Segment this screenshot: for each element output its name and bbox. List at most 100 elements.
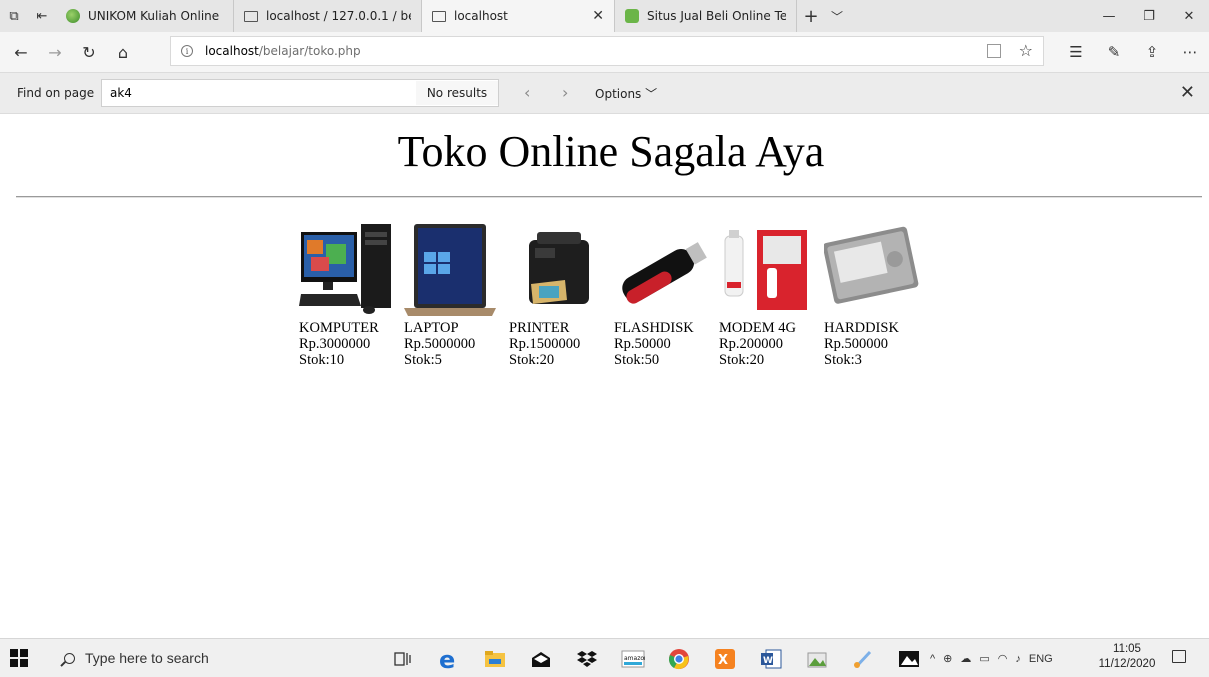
find-results-count: No results: [416, 81, 498, 105]
tab-preview-icon[interactable]: ⇤: [28, 0, 56, 32]
task-view-icon[interactable]: [380, 639, 426, 677]
product-name: FLASHDISK: [614, 320, 694, 336]
info-icon[interactable]: i: [181, 45, 193, 57]
favorites-hub-icon[interactable]: ☰: [1057, 32, 1095, 72]
photos-icon[interactable]: [886, 639, 932, 677]
dropbox-icon[interactable]: [564, 639, 610, 677]
store-favicon-icon: [625, 9, 639, 23]
battery-icon[interactable]: ▭: [979, 652, 989, 665]
onedrive-cloud-icon[interactable]: ☁: [960, 652, 971, 665]
find-label: Find on page: [17, 86, 95, 100]
windows-start-icon[interactable]: [10, 649, 28, 667]
horizontal-rule: [16, 196, 1202, 198]
browser-tab-bar: ⧉ ⇤ UNIKOM Kuliah Online :: E-l localhos…: [0, 0, 1209, 32]
page-icon: [432, 10, 446, 22]
search-icon: [64, 652, 75, 664]
product-stock: Stok:20: [719, 352, 765, 368]
product-name: LAPTOP: [404, 320, 459, 336]
product-stock: Stok:5: [404, 352, 442, 368]
product-name: KOMPUTER: [299, 320, 379, 336]
tray-app-icon[interactable]: ⊕: [943, 652, 952, 665]
xampp-icon[interactable]: X: [702, 639, 748, 677]
more-options-icon[interactable]: ⋯: [1171, 32, 1209, 72]
find-next-icon[interactable]: ›: [562, 83, 568, 102]
window-controls: — ❐ ✕: [1089, 0, 1209, 32]
product-price: Rp.5000000: [404, 336, 476, 352]
product-name: HARDDISK: [824, 320, 899, 336]
desktop-computer-image: [299, 222, 394, 320]
forward-arrow-icon[interactable]: →: [38, 32, 72, 72]
favorite-star-icon[interactable]: ☆: [1019, 41, 1033, 60]
set-aside-tabs-icon[interactable]: ⧉: [0, 0, 28, 32]
product-price: Rp.3000000: [299, 336, 371, 352]
clock-date: 11/12/2020: [1098, 658, 1156, 670]
product-stock: Stok:10: [299, 352, 345, 368]
new-tab-icon[interactable]: +: [797, 0, 825, 32]
minimize-icon[interactable]: —: [1089, 0, 1129, 32]
close-window-icon[interactable]: ✕: [1169, 0, 1209, 32]
tab-label: UNIKOM Kuliah Online :: E-l: [88, 9, 223, 23]
file-explorer-icon[interactable]: [472, 639, 518, 677]
tab-unikom[interactable]: UNIKOM Kuliah Online :: E-l: [56, 0, 234, 32]
usb-modem-image: [719, 222, 814, 320]
url-path: /belajar/toko.php: [258, 44, 361, 58]
tab-phpmyadmin[interactable]: localhost / 127.0.0.1 / belaja: [234, 0, 422, 32]
language-indicator[interactable]: ENG: [1029, 653, 1053, 665]
taskbar-search-placeholder: Type here to search: [85, 650, 209, 666]
close-find-icon[interactable]: ✕: [1180, 82, 1195, 103]
svg-text:amazon: amazon: [624, 655, 645, 662]
mail-icon[interactable]: [518, 639, 564, 677]
home-icon[interactable]: ⌂: [106, 32, 140, 72]
paint-brush-icon[interactable]: [840, 639, 886, 677]
product-price: Rp.50000: [614, 336, 671, 352]
url-field[interactable]: i localhost/belajar/toko.php ☆: [170, 36, 1044, 66]
system-clock[interactable]: 11:05 11/12/2020: [1094, 642, 1160, 672]
tab-localhost[interactable]: localhost ✕: [422, 0, 615, 32]
web-note-pen-icon[interactable]: ✎: [1095, 32, 1133, 72]
taskbar-search-box[interactable]: Type here to search: [48, 643, 383, 673]
clock-time: 11:05: [1113, 643, 1141, 655]
product-stock: Stok:20: [509, 352, 555, 368]
refresh-icon[interactable]: ↻: [72, 32, 106, 72]
svg-text:W: W: [763, 656, 773, 666]
restore-icon[interactable]: ❐: [1129, 0, 1169, 32]
product-stock: Stok:50: [614, 352, 660, 368]
reading-view-icon[interactable]: [987, 44, 1001, 58]
chrome-icon[interactable]: [656, 639, 702, 677]
tab-situs-jual-beli[interactable]: Situs Jual Beli Online Terlen: [615, 0, 797, 32]
tab-label: Situs Jual Beli Online Terlen: [647, 9, 786, 23]
word-icon[interactable]: W: [748, 639, 794, 677]
share-icon[interactable]: ⇪: [1133, 32, 1171, 72]
svg-text:X: X: [718, 653, 728, 668]
close-tab-icon[interactable]: ✕: [584, 8, 604, 24]
edge-browser-icon[interactable]: e: [426, 639, 472, 677]
page-icon: [244, 10, 258, 22]
product-name: PRINTER: [509, 320, 570, 336]
product-item: LAPTOP Rp.5000000 Stok:5: [404, 222, 509, 368]
find-previous-icon[interactable]: ‹: [524, 83, 530, 102]
product-item: FLASHDISK Rp.50000 Stok:50: [614, 222, 719, 368]
tab-label: localhost / 127.0.0.1 / belaja: [266, 9, 411, 23]
image-app-icon[interactable]: [794, 639, 840, 677]
back-arrow-icon[interactable]: ←: [4, 32, 38, 72]
find-options-label: Options: [595, 87, 642, 101]
product-list: KOMPUTER Rp.3000000 Stok:10 LAPTOP Rp.50…: [299, 222, 929, 368]
chevron-down-icon[interactable]: ﹀: [825, 0, 849, 32]
system-tray: ^ ⊕ ☁ ▭ ◠ ♪ ENG: [930, 639, 1061, 677]
wifi-icon[interactable]: ◠: [998, 652, 1008, 665]
find-options-button[interactable]: Options ﹀: [595, 85, 657, 102]
laptop-image: [404, 222, 499, 320]
product-item: PRINTER Rp.1500000 Stok:20: [509, 222, 614, 368]
toolbar-buttons: ☰ ✎ ⇪ ⋯: [1057, 32, 1209, 72]
volume-icon[interactable]: ♪: [1015, 653, 1021, 665]
usb-flashdisk-image: [614, 222, 709, 320]
product-stock: Stok:3: [824, 352, 862, 368]
unikom-favicon-icon: [66, 9, 80, 23]
chevron-up-icon[interactable]: ^: [930, 653, 935, 665]
windows-taskbar: Type here to search e amazon X W ^ ⊕ ☁ ▭…: [0, 638, 1209, 677]
url-host: localhost: [205, 44, 259, 58]
action-center-icon[interactable]: [1172, 650, 1186, 663]
product-price: Rp.500000: [824, 336, 889, 352]
amazon-icon[interactable]: amazon: [610, 639, 656, 677]
page-content: Toko Online Sagala Aya KOMPUTER Rp.30000…: [0, 114, 1209, 638]
